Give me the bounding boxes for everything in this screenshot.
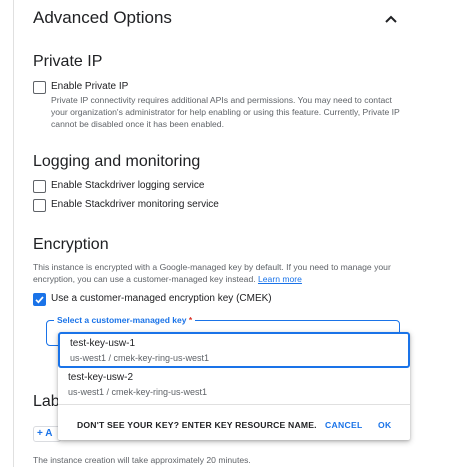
creation-time-note: The instance creation will take approxim…	[33, 455, 251, 465]
encryption-description-line1: This instance is encrypted with a Google…	[33, 262, 391, 272]
private-ip-checkbox-label: Enable Private IP	[51, 81, 129, 92]
cmek-checkbox[interactable]	[33, 293, 46, 306]
cmek-checkbox-label: Use a customer-managed encryption key (C…	[51, 293, 272, 304]
checkmark-icon	[35, 296, 44, 304]
key-option-path: us-west1 / cmek-key-ring-us-west1	[70, 353, 210, 363]
key-option[interactable]: test-key-usw-1 us-west1 / cmek-key-ring-…	[58, 332, 410, 368]
logging-heading: Logging and monitoring	[33, 153, 201, 170]
customer-managed-key-select-label: Select a customer-managed key *	[54, 315, 196, 325]
dropdown-divider	[58, 404, 410, 405]
learn-more-link[interactable]: Learn more	[258, 274, 302, 284]
add-label-button[interactable]: + A	[33, 426, 61, 442]
private-ip-description-line2: your organization's administrator for he…	[51, 107, 400, 117]
advanced-options-panel: Advanced Options Private IP Enable Priva…	[0, 0, 474, 467]
key-option-name: test-key-usw-1	[70, 338, 136, 349]
key-option-path: us-west1 / cmek-key-ring-us-west1	[68, 387, 208, 397]
labels-heading: Lab	[33, 393, 60, 410]
key-option-name: test-key-usw-2	[68, 372, 134, 383]
chevron-up-icon[interactable]	[380, 10, 402, 28]
key-option[interactable]: test-key-usw-2 us-west1 / cmek-key-ring-…	[58, 368, 410, 404]
stackdriver-monitoring-checkbox[interactable]	[33, 199, 46, 212]
panel-left-border	[13, 0, 14, 467]
stackdriver-monitoring-label: Enable Stackdriver monitoring service	[51, 199, 219, 210]
enter-key-resource-name-button[interactable]: DON'T SEE YOUR KEY? ENTER KEY RESOURCE N…	[77, 420, 317, 430]
ok-button[interactable]: OK	[378, 420, 392, 430]
key-dropdown-menu: test-key-usw-1 us-west1 / cmek-key-ring-…	[58, 332, 410, 440]
required-marker: *	[188, 315, 193, 325]
stackdriver-logging-label: Enable Stackdriver logging service	[51, 180, 205, 191]
advanced-options-title: Advanced Options	[33, 8, 172, 27]
cancel-button[interactable]: CANCEL	[325, 420, 363, 430]
stackdriver-logging-checkbox[interactable]	[33, 180, 46, 193]
private-ip-description-line1: Private IP connectivity requires additio…	[51, 95, 392, 105]
encryption-heading: Encryption	[33, 236, 109, 253]
select-label-text: Select a customer-managed key	[57, 315, 187, 325]
private-ip-heading: Private IP	[33, 53, 103, 70]
private-ip-description-line3: cannot be disabled once it has been enab…	[51, 119, 224, 129]
encryption-description-text: encryption, you can use a customer-manag…	[33, 274, 256, 284]
encryption-description-line2: encryption, you can use a customer-manag…	[33, 274, 302, 286]
private-ip-checkbox[interactable]	[33, 81, 46, 94]
